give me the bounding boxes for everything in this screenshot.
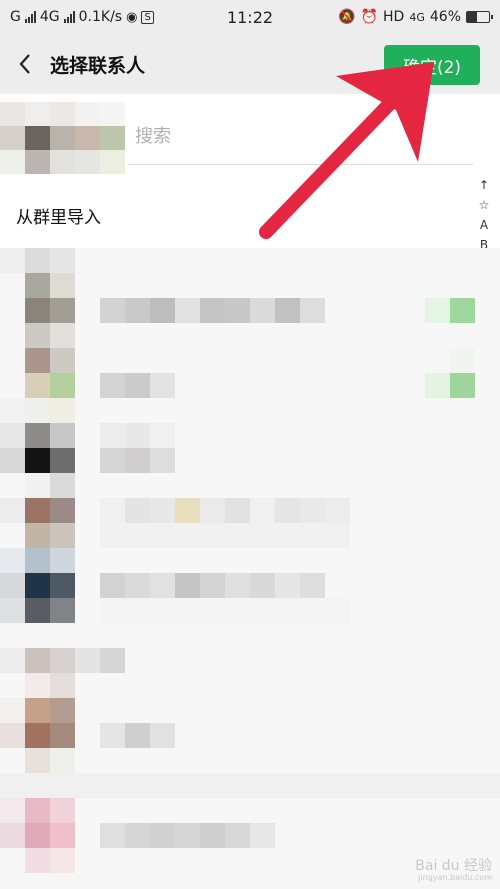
- contact-row[interactable]: [0, 398, 500, 448]
- status-bar: G 4G 0.1K/s ◉ S 11:22 🔕 ⏰ HD 4G 46%: [0, 0, 500, 34]
- battery-icon: [466, 11, 493, 23]
- battery-percent: 46%: [429, 9, 461, 25]
- search-underline: [128, 164, 473, 165]
- speed-label: 0.1K/s: [78, 9, 123, 25]
- signal-icon-2: [63, 11, 75, 23]
- back-button[interactable]: [0, 34, 50, 94]
- index-a[interactable]: A: [480, 218, 488, 232]
- s-badge-icon: S: [141, 10, 154, 24]
- status-right: 🔕 ⏰ HD 4G 46%: [338, 9, 493, 25]
- confirm-button[interactable]: 确定(2): [384, 45, 480, 85]
- contact-row[interactable]: [0, 498, 500, 548]
- contact-row[interactable]: [0, 348, 500, 398]
- contact-row[interactable]: [0, 598, 500, 648]
- contact-row[interactable]: [0, 748, 500, 798]
- carrier-label: G: [10, 9, 21, 25]
- search-input[interactable]: [135, 120, 465, 152]
- index-top[interactable]: ↑: [479, 178, 489, 192]
- contact-row[interactable]: [0, 648, 500, 698]
- import-from-group-label: 从群里导入: [16, 207, 101, 228]
- contact-row[interactable]: [0, 448, 500, 498]
- contact-row[interactable]: [0, 298, 500, 348]
- contact-row[interactable]: [0, 548, 500, 598]
- index-star[interactable]: ☆: [479, 198, 490, 212]
- network-label: 4G: [39, 9, 60, 25]
- import-from-group-item[interactable]: 从群里导入: [0, 182, 472, 248]
- signal-icon: [24, 11, 36, 23]
- contact-list: [0, 248, 500, 889]
- contact-row[interactable]: [0, 798, 500, 848]
- watermark-url: jingyan.baidu.com: [418, 873, 492, 883]
- watermark: Bai du 经验 jingyan.baidu.com: [415, 857, 492, 883]
- wechat-icon: ◉: [126, 9, 138, 25]
- contact-row[interactable]: [0, 248, 500, 298]
- mute-icon: 🔕: [338, 9, 356, 25]
- status-left: G 4G 0.1K/s ◉ S: [10, 9, 154, 25]
- selected-contacts-avatars[interactable]: [0, 102, 125, 174]
- page-title: 选择联系人: [50, 54, 146, 77]
- header: 选择联系人 确定(2): [0, 34, 500, 94]
- network-4g2-label: 4G: [409, 10, 425, 24]
- alarm-icon: ⏰: [360, 9, 379, 25]
- search-row: [0, 94, 500, 182]
- hd-label: HD: [383, 9, 405, 25]
- watermark-brand: Bai du 经验: [415, 857, 492, 874]
- chevron-left-icon: [19, 54, 30, 74]
- contact-row[interactable]: [0, 698, 500, 748]
- alphabet-index-bar[interactable]: ↑ ☆ A B: [476, 178, 492, 252]
